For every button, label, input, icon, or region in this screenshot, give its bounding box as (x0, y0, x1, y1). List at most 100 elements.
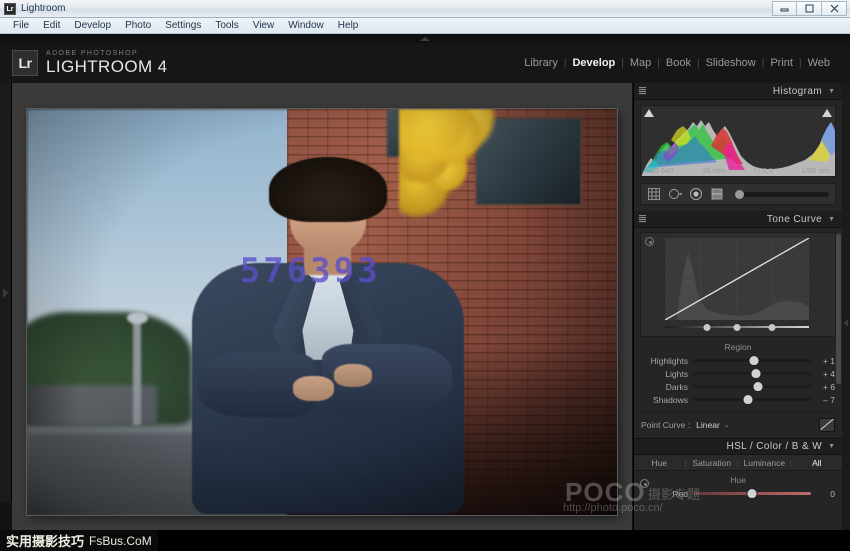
window-titlebar: Lr Lightroom (0, 0, 850, 18)
menu-view[interactable]: View (246, 18, 282, 33)
fsbus-watermark-cn: 实用摄影技巧 (6, 531, 84, 550)
slider-row-highlights[interactable]: Highlights + 1 (634, 354, 842, 367)
menu-help[interactable]: Help (331, 18, 366, 33)
panel-switch-icon[interactable] (639, 87, 646, 95)
photo-watermark-code: 576393 (240, 251, 381, 291)
develop-tool-strip (640, 183, 836, 205)
slider-row-lights[interactable]: Lights + 4 (634, 367, 842, 380)
fsbus-watermark: 实用摄影技巧 FsBus.CoM (0, 530, 158, 551)
histogram-graph[interactable]: ISO 640 35 mm f / 2.5 1/50 sec (640, 105, 836, 177)
right-panel-collapse-strip[interactable] (842, 83, 850, 551)
slider-value-darks: + 6 (811, 382, 835, 392)
tab-hue[interactable]: Hue (634, 458, 684, 468)
chevron-up-icon (420, 37, 430, 41)
chevron-down-icon[interactable]: ▼ (828, 443, 835, 450)
window-controls (772, 1, 847, 16)
slider-track-shadows[interactable] (693, 398, 811, 401)
menu-window[interactable]: Window (281, 18, 331, 33)
chevron-down-icon[interactable]: ⌄ (724, 421, 730, 429)
maximize-button[interactable] (797, 1, 822, 16)
highlight-clipping-indicator[interactable] (822, 109, 832, 117)
module-map[interactable]: Map (624, 57, 657, 69)
slider-row-shadows[interactable]: Shadows – 7 (634, 393, 842, 406)
brush-slider-knob[interactable] (735, 190, 744, 199)
tab-luminance[interactable]: Luminance (739, 458, 789, 468)
slider-label-shadows: Shadows (641, 395, 688, 405)
slider-knob-shadows[interactable] (744, 395, 753, 404)
region-label: Region (634, 342, 842, 352)
chevron-down-icon[interactable]: ▼ (828, 216, 835, 223)
left-panel-collapse-strip[interactable] (0, 83, 12, 502)
point-curve-row: Point Curve : Linear ⌄ (641, 412, 835, 432)
photo-frame[interactable]: 576393 (27, 109, 617, 515)
slider-track-lights[interactable] (693, 372, 811, 375)
slider-knob-darks[interactable] (753, 382, 762, 391)
image-stage[interactable]: 576393 (12, 83, 632, 540)
menubar: File Edit Develop Photo Settings Tools V… (0, 18, 850, 34)
minimize-button[interactable] (772, 1, 797, 16)
menu-photo[interactable]: Photo (118, 18, 158, 33)
crop-overlay-icon[interactable] (647, 187, 661, 201)
tone-curve-panel-header[interactable]: Tone Curve ▼ (634, 211, 842, 228)
identity-plate-header: Lr ADOBE PHOTOSHOP LIGHTROOM 4 Library |… (0, 43, 850, 83)
right-panel-scrollbar[interactable] (836, 234, 841, 384)
tab-all[interactable]: All (792, 458, 842, 468)
slider-knob-lights[interactable] (751, 369, 760, 378)
split-knob-shadows[interactable] (703, 324, 710, 331)
module-develop[interactable]: Develop (566, 57, 621, 69)
top-panel-collapse-strip[interactable] (0, 34, 850, 43)
red-eye-icon[interactable] (689, 187, 703, 201)
slider-row-red-hue[interactable]: Red 0 (634, 487, 842, 500)
tone-curve-graph[interactable] (640, 232, 836, 337)
module-library[interactable]: Library (518, 57, 564, 69)
spot-removal-icon[interactable] (668, 187, 682, 201)
menu-settings[interactable]: Settings (158, 18, 208, 33)
preview-image: 576393 (27, 109, 617, 515)
tone-curve-svg (665, 238, 809, 320)
brand-title: LIGHTROOM 4 (46, 58, 168, 76)
chevron-down-icon[interactable]: ▼ (828, 88, 835, 95)
target-adjust-icon[interactable] (645, 237, 654, 246)
menu-file[interactable]: File (6, 18, 36, 33)
tone-curve-split-sliders[interactable] (665, 324, 809, 331)
module-book[interactable]: Book (660, 57, 697, 69)
tab-saturation[interactable]: Saturation (687, 458, 737, 468)
slider-track-highlights[interactable] (693, 359, 811, 362)
histogram-panel-header[interactable]: Histogram ▼ (634, 83, 842, 100)
slider-track-darks[interactable] (693, 385, 811, 388)
maximize-icon (805, 4, 814, 13)
photo-vignette (27, 109, 617, 515)
minimize-icon (780, 4, 789, 13)
split-knob-highlights[interactable] (768, 324, 775, 331)
slider-knob-red[interactable] (748, 489, 757, 498)
hsl-panel-header[interactable]: HSL / Color / B & W ▼ (634, 438, 842, 455)
shadow-clipping-indicator[interactable] (644, 109, 654, 117)
tone-curve-plot[interactable] (665, 238, 809, 320)
lightroom-logo: Lr (12, 50, 38, 76)
menu-tools[interactable]: Tools (208, 18, 245, 33)
exif-shutter-speed: 1/50 sec (802, 166, 830, 175)
close-icon (830, 4, 839, 13)
slider-row-darks[interactable]: Darks + 6 (634, 380, 842, 393)
module-slideshow[interactable]: Slideshow (700, 57, 762, 69)
close-button[interactable] (822, 1, 847, 16)
edit-point-curve-button[interactable] (819, 418, 835, 432)
graduated-filter-icon[interactable] (710, 187, 724, 201)
split-knob-midtones[interactable] (734, 324, 741, 331)
hsl-tab-bar: Hue | Saturation | Luminance | All (634, 455, 842, 471)
menu-develop[interactable]: Develop (67, 18, 118, 33)
module-picker: Library | Develop | Map | Book | Slidesh… (518, 57, 836, 69)
module-web[interactable]: Web (802, 57, 836, 69)
hsl-target-adjust-icon[interactable] (640, 479, 649, 488)
menu-edit[interactable]: Edit (36, 18, 67, 33)
chevron-right-icon (3, 288, 8, 298)
slider-track-red[interactable] (693, 492, 811, 495)
identity-plate[interactable]: Lr ADOBE PHOTOSHOP LIGHTROOM 4 (12, 50, 168, 76)
tone-curve-panel-title: Tone Curve (767, 214, 822, 225)
slider-knob-highlights[interactable] (750, 356, 759, 365)
point-curve-select-value[interactable]: Linear (696, 420, 720, 430)
adjustment-brush-slider[interactable] (735, 192, 829, 197)
panel-switch-icon[interactable] (639, 215, 646, 223)
module-print[interactable]: Print (764, 57, 799, 69)
slider-value-lights: + 4 (811, 369, 835, 379)
